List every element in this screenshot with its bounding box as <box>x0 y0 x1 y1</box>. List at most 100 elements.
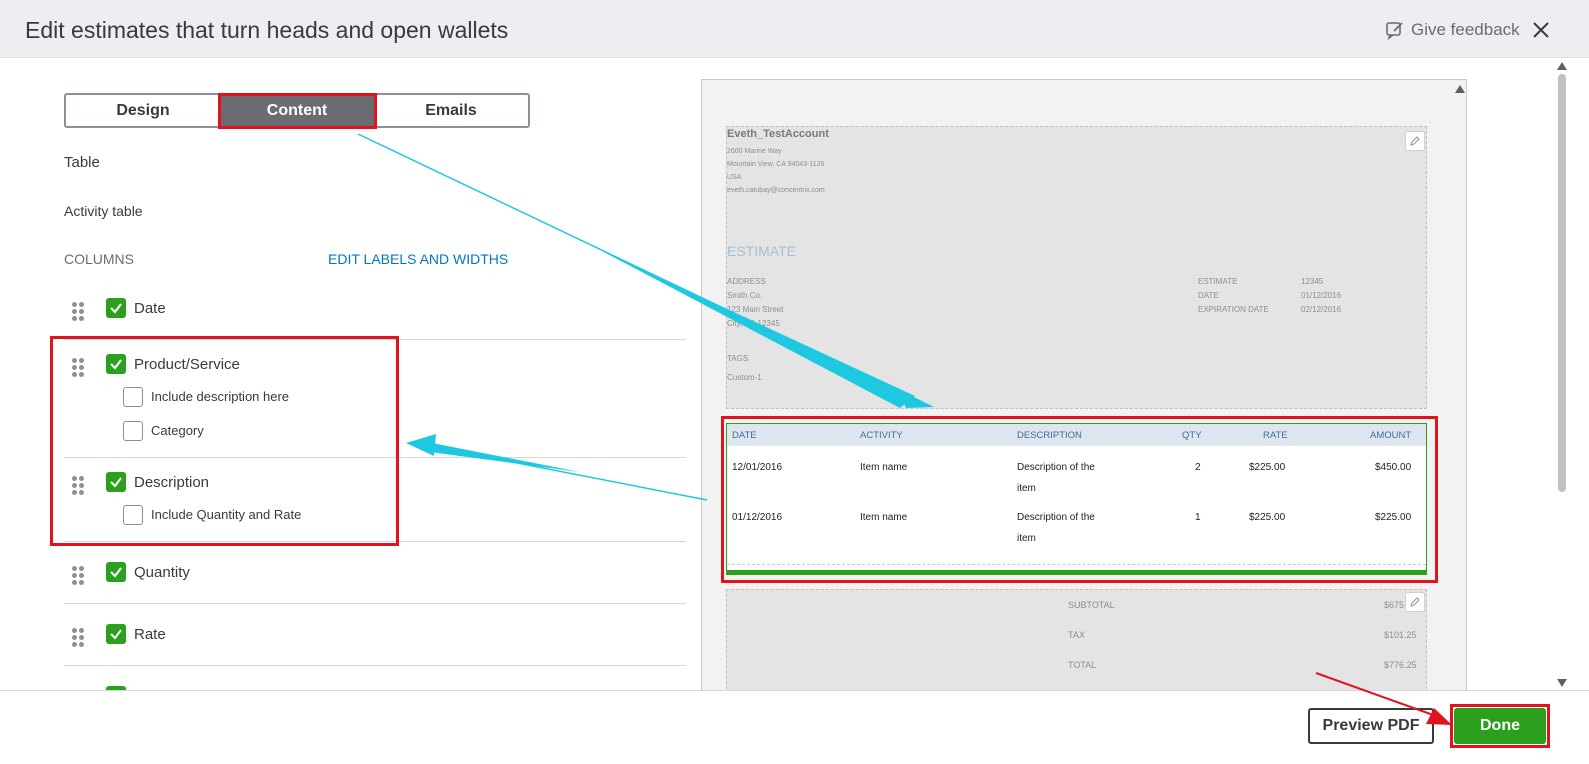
meta-value: 12345 <box>1301 277 1324 286</box>
product-service-checkbox[interactable] <box>106 354 126 374</box>
address-label: ADDRESS <box>727 277 766 286</box>
column-date-label: Date <box>134 300 166 317</box>
columns-label: COLUMNS <box>64 251 135 267</box>
company-name: Eveth_TestAccount <box>727 128 829 140</box>
include-description-label: Include description here <box>151 389 290 404</box>
total-value: $675 <box>1384 600 1405 610</box>
description-checkbox[interactable] <box>106 472 126 492</box>
table-cell: 01/12/2016 <box>732 512 783 523</box>
address-line: 2600 Marine Way <box>727 148 782 155</box>
address-line: USA <box>727 174 742 181</box>
meta-label: ESTIMATE <box>1198 277 1238 286</box>
divider <box>64 665 686 666</box>
drag-handle-icon[interactable] <box>72 358 84 378</box>
company-info-block[interactable] <box>726 126 1427 409</box>
column-rate-label: Rate <box>134 626 166 643</box>
table-cell: item <box>1017 483 1036 494</box>
table-cell: Item name <box>860 462 908 473</box>
include-qty-rate-label: Include Quantity and Rate <box>151 507 302 522</box>
total-label: TOTAL <box>1068 660 1097 670</box>
preview-pdf-button[interactable]: Preview PDF <box>1308 708 1434 744</box>
scroll-down-icon[interactable] <box>1557 679 1567 687</box>
column-description-label: Description <box>134 474 210 491</box>
category-label: Category <box>151 423 204 438</box>
table-header-row: DATE ACTIVITY DESCRIPTION QTY RATE AMOUN… <box>727 424 1426 446</box>
rate-checkbox[interactable] <box>106 624 126 644</box>
th-qty: QTY <box>1182 430 1202 441</box>
column-product-service-label: Product/Service <box>134 356 240 373</box>
table-cell: Description of the <box>1017 462 1095 473</box>
customer-line: City, CA 12345 <box>727 319 780 328</box>
total-label: TAX <box>1068 630 1085 640</box>
address-line: Mountain View, CA 94043-1126 <box>727 161 825 168</box>
customer-line: 123 Main Street <box>727 305 784 314</box>
edit-pencil-icon[interactable] <box>1405 592 1425 612</box>
scroll-up-icon[interactable] <box>1557 62 1567 70</box>
table-dashed-line <box>727 564 1426 565</box>
doc-title: ESTIMATE <box>727 243 796 259</box>
feedback-icon <box>1386 22 1403 40</box>
divider <box>64 457 686 458</box>
quantity-checkbox[interactable] <box>106 562 126 582</box>
checkmark-icon <box>110 477 122 488</box>
category-checkbox[interactable] <box>123 421 143 441</box>
drag-handle-icon[interactable] <box>72 476 84 496</box>
customer-line: Smith Co. <box>727 291 763 300</box>
feedback-label: Give feedback <box>1411 20 1520 39</box>
th-rate: RATE <box>1263 430 1288 441</box>
table-cell: Item name <box>860 512 908 523</box>
divider <box>64 541 686 542</box>
modal-header: Edit estimates that turn heads and open … <box>0 0 1589 58</box>
checkmark-icon <box>110 567 122 578</box>
tab-bar: Design Content Emails <box>64 93 530 128</box>
table-cell: $450.00 <box>1375 462 1412 473</box>
total-value: $101.25 <box>1384 630 1417 640</box>
give-feedback-link[interactable]: Give feedback <box>1385 20 1520 40</box>
checkmark-icon <box>110 303 122 314</box>
th-amount: AMOUNT <box>1370 430 1412 441</box>
table-cell: 1 <box>1195 512 1201 523</box>
section-subtitle: Activity table <box>64 203 143 219</box>
checkmark-icon <box>110 359 122 370</box>
section-title: Table <box>64 154 100 171</box>
table-cell: item <box>1017 533 1036 544</box>
total-label: SUBTOTAL <box>1068 600 1115 610</box>
table-cell: $225.00 <box>1249 462 1286 473</box>
edit-pencil-icon[interactable] <box>1405 131 1425 151</box>
activity-table-preview[interactable]: DATE ACTIVITY DESCRIPTION QTY RATE AMOUN… <box>726 423 1427 575</box>
drag-handle-icon[interactable] <box>72 628 84 648</box>
drag-handle-icon[interactable] <box>72 302 84 322</box>
tab-emails[interactable]: Emails <box>374 95 528 126</box>
tab-content[interactable]: Content <box>220 95 374 126</box>
table-cell: $225.00 <box>1249 512 1286 523</box>
drag-handle-icon[interactable] <box>72 566 84 586</box>
column-quantity-label: Quantity <box>134 564 190 581</box>
include-qty-rate-checkbox[interactable] <box>123 505 143 525</box>
tab-design[interactable]: Design <box>66 95 220 126</box>
tags-value: Custom-1 <box>727 373 762 382</box>
meta-value: 01/12/2016 <box>1301 291 1342 300</box>
done-button[interactable]: Done <box>1454 708 1546 744</box>
scrollbar-thumb[interactable] <box>1558 74 1566 492</box>
th-description: DESCRIPTION <box>1017 430 1082 441</box>
tags-label: TAGS <box>727 354 749 363</box>
scroll-up-icon[interactable] <box>1455 85 1465 93</box>
table-cell: Description of the <box>1017 512 1095 523</box>
include-description-checkbox[interactable] <box>123 387 143 407</box>
table-cell: 2 <box>1195 462 1201 473</box>
divider <box>64 339 686 340</box>
meta-label: EXPIRATION DATE <box>1198 305 1269 314</box>
meta-value: 02/12/2016 <box>1301 305 1342 314</box>
meta-label: DATE <box>1198 291 1219 300</box>
edit-labels-link[interactable]: EDIT LABELS AND WIDTHS <box>328 251 508 267</box>
total-value: $776.25 <box>1384 660 1417 670</box>
th-date: DATE <box>732 430 757 441</box>
th-activity: ACTIVITY <box>860 430 903 441</box>
divider <box>64 603 686 604</box>
table-cell: 12/01/2016 <box>732 462 783 473</box>
address-line: eveth.catubay@concentrix.com <box>727 187 825 194</box>
date-checkbox[interactable] <box>106 298 126 318</box>
close-icon[interactable] <box>1531 20 1551 40</box>
page-title: Edit estimates that turn heads and open … <box>25 17 509 43</box>
checkmark-icon <box>110 629 122 640</box>
